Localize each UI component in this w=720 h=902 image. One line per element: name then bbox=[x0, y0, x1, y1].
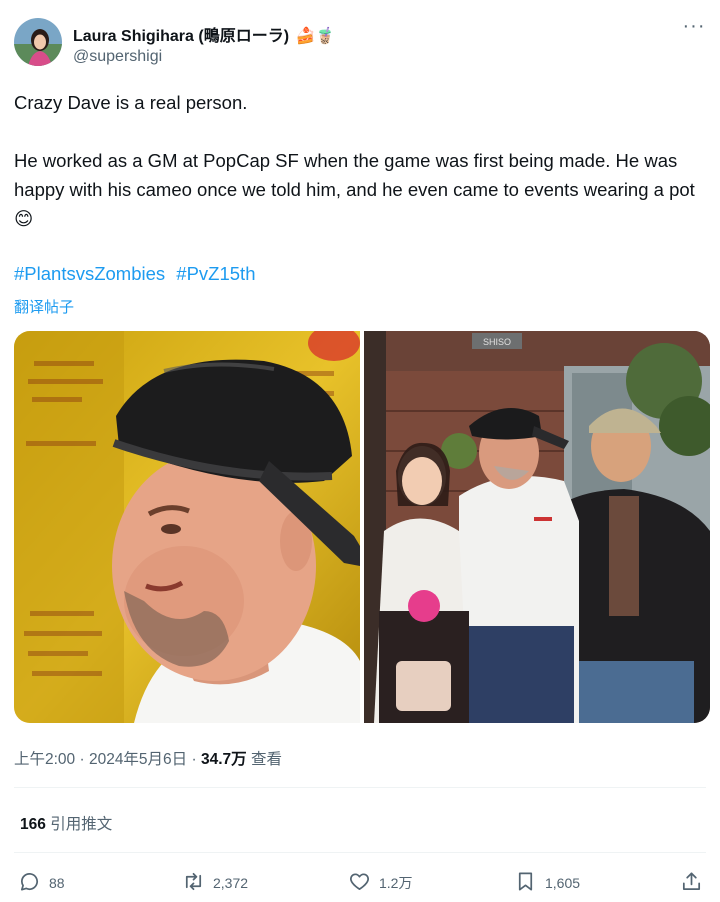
action-bar: 88 2,372 1.2万 1,605 bbox=[18, 868, 708, 898]
tweet-header: Laura Shigihara (鴫原ローラ) 🍰🧋 @supershigi ·… bbox=[14, 16, 706, 69]
post-time[interactable]: 上午2:00 bbox=[14, 751, 75, 768]
divider bbox=[14, 787, 706, 788]
author-name-line[interactable]: Laura Shigihara (鴫原ローラ) 🍰🧋 bbox=[73, 22, 335, 46]
quote-tweets-link[interactable]: 166 引用推文 bbox=[20, 812, 112, 834]
share-icon bbox=[680, 870, 711, 896]
meta-separator: · bbox=[191, 751, 201, 768]
like-count: 1.2万 bbox=[379, 875, 413, 891]
heart-icon bbox=[348, 870, 379, 896]
hashtag-link[interactable]: #PvZ15th bbox=[176, 263, 255, 284]
hashtags: #PlantsvsZombies #PvZ15th bbox=[14, 263, 261, 285]
repost-count: 2,372 bbox=[213, 875, 249, 891]
reply-button[interactable]: 88 bbox=[18, 868, 65, 898]
bookmark-button[interactable]: 1,605 bbox=[514, 868, 580, 898]
views-label: 查看 bbox=[250, 751, 282, 768]
tweet-text-line1: Crazy Dave is a real person. bbox=[14, 92, 248, 113]
meta-separator: · bbox=[79, 751, 89, 768]
bookmark-icon bbox=[514, 870, 545, 896]
more-options-icon[interactable]: ··· bbox=[682, 16, 706, 43]
photo-three-people[interactable]: SHISO bbox=[364, 331, 710, 723]
tweet-text-line2: He worked as a GM at PopCap SF when the … bbox=[14, 150, 695, 229]
avatar[interactable] bbox=[14, 18, 62, 66]
sign-text: SHISO bbox=[483, 337, 511, 347]
like-button[interactable]: 1.2万 bbox=[348, 868, 412, 898]
tweet-text: Crazy Dave is a real person. He worked a… bbox=[14, 88, 710, 233]
post-date[interactable]: 2024年5月6日 bbox=[89, 751, 187, 768]
reply-icon bbox=[18, 870, 49, 896]
hashtag-link[interactable]: #PlantsvsZombies bbox=[14, 263, 165, 284]
share-button[interactable] bbox=[680, 868, 711, 898]
media-grid: SHISO bbox=[14, 331, 710, 723]
tweet-meta: 上午2:00 · 2024年5月6日 · 34.7万 查看 bbox=[14, 747, 282, 769]
author-handle[interactable]: @supershigi bbox=[73, 48, 162, 66]
repost-button[interactable]: 2,372 bbox=[182, 868, 248, 898]
reply-count: 88 bbox=[49, 875, 65, 891]
quote-label: 引用推文 bbox=[50, 816, 113, 833]
repost-icon bbox=[182, 870, 213, 896]
author-name-emojis: 🍰🧋 bbox=[295, 28, 336, 45]
photo-man-wearing-pot[interactable] bbox=[14, 331, 360, 723]
divider bbox=[14, 852, 706, 853]
bookmark-count: 1,605 bbox=[545, 875, 581, 891]
author-name[interactable]: Laura Shigihara (鴫原ローラ) bbox=[73, 28, 289, 45]
translate-post-link[interactable]: 翻译帖子 bbox=[14, 296, 74, 317]
views-count: 34.7万 bbox=[200, 751, 247, 768]
quote-count: 166 bbox=[20, 816, 46, 833]
